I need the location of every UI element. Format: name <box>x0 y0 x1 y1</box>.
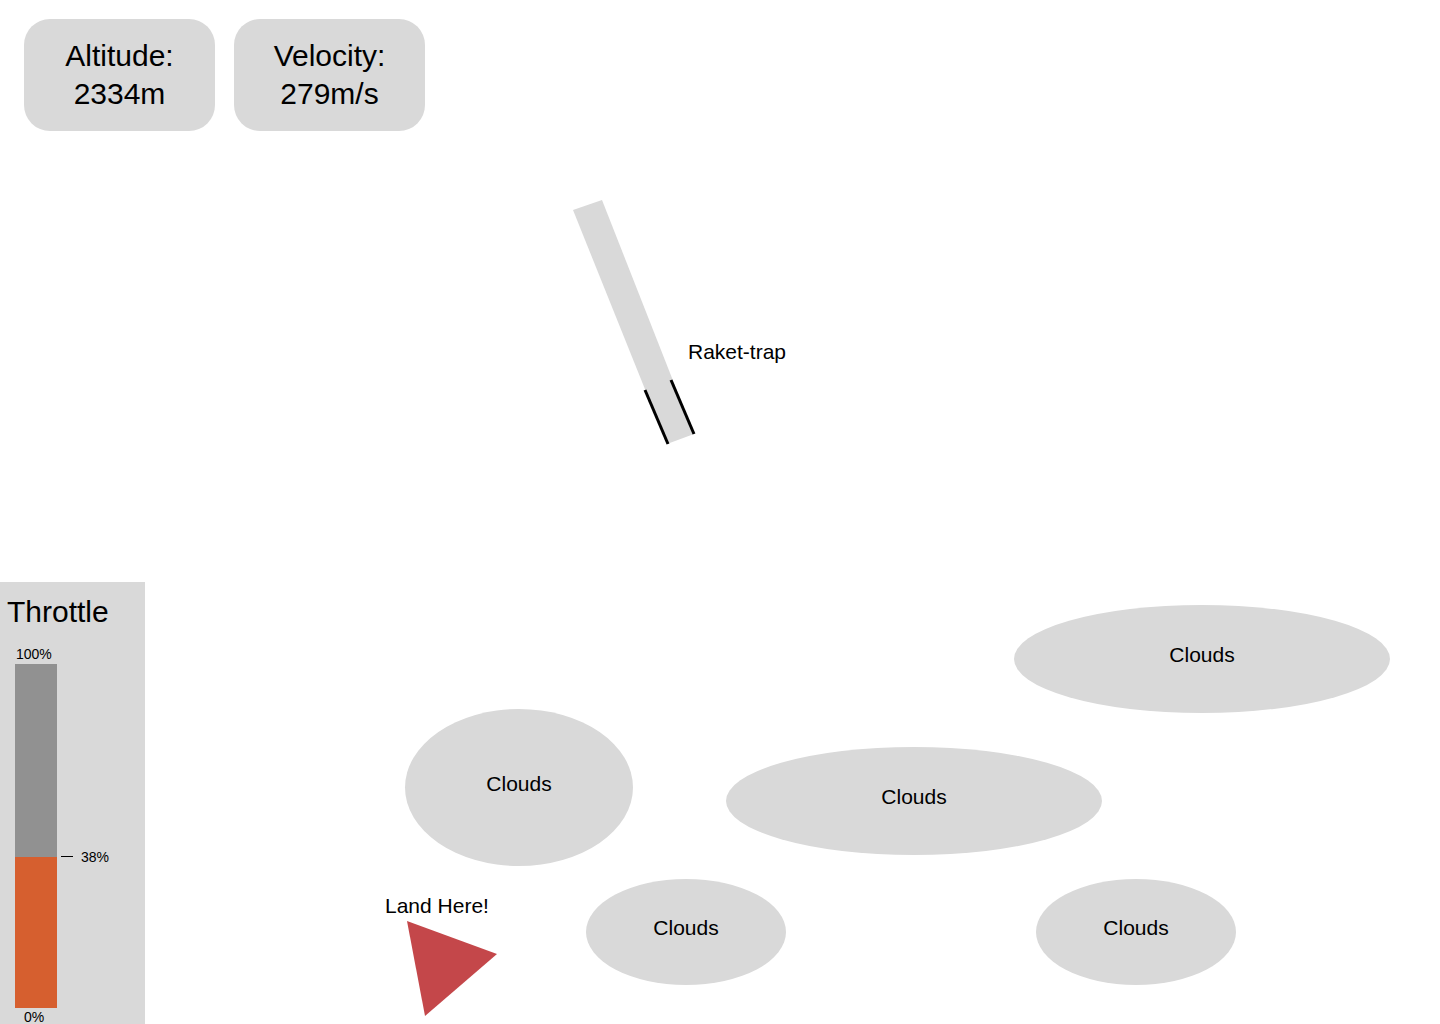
hud-value: 2334m <box>74 75 166 113</box>
throttle-reading: 38% <box>61 848 109 866</box>
throttle-panel: Throttle 100% 0% 38% <box>0 582 145 1024</box>
cloud-label: Clouds <box>1169 639 1234 671</box>
cloud: Clouds <box>586 879 786 985</box>
rocket-label: Raket-trap <box>688 336 786 368</box>
cloud: Clouds <box>726 747 1102 855</box>
landing-label: Land Here! <box>385 890 489 922</box>
cloud-label: Clouds <box>653 912 718 944</box>
hud-label: Velocity: <box>274 37 386 75</box>
hud-card: Altitude:2334m <box>24 19 215 131</box>
tick-mark <box>61 856 73 857</box>
throttle-title: Throttle <box>7 594 109 630</box>
throttle-track[interactable] <box>15 664 57 1008</box>
hud-card: Velocity:279m/s <box>234 19 425 131</box>
hud-value: 279m/s <box>280 75 378 113</box>
cloud-label: Clouds <box>486 768 551 800</box>
throttle-min: 0% <box>24 1009 44 1024</box>
cloud-label: Clouds <box>881 781 946 813</box>
hud: Altitude:2334mVelocity:279m/s <box>24 19 425 131</box>
game-canvas: Altitude:2334mVelocity:279m/s Raket-trap… <box>0 0 1440 1024</box>
throttle-fill <box>15 857 57 1008</box>
hud-label: Altitude: <box>65 37 173 75</box>
rocket-icon <box>0 0 1440 1024</box>
throttle-reading-text: 38% <box>81 848 109 866</box>
cloud: Clouds <box>1014 605 1390 713</box>
landing-marker-icon <box>407 921 497 1016</box>
cloud: Clouds <box>1036 879 1236 985</box>
throttle-max: 100% <box>16 646 52 662</box>
cloud: Clouds <box>405 709 633 866</box>
cloud-label: Clouds <box>1103 912 1168 944</box>
